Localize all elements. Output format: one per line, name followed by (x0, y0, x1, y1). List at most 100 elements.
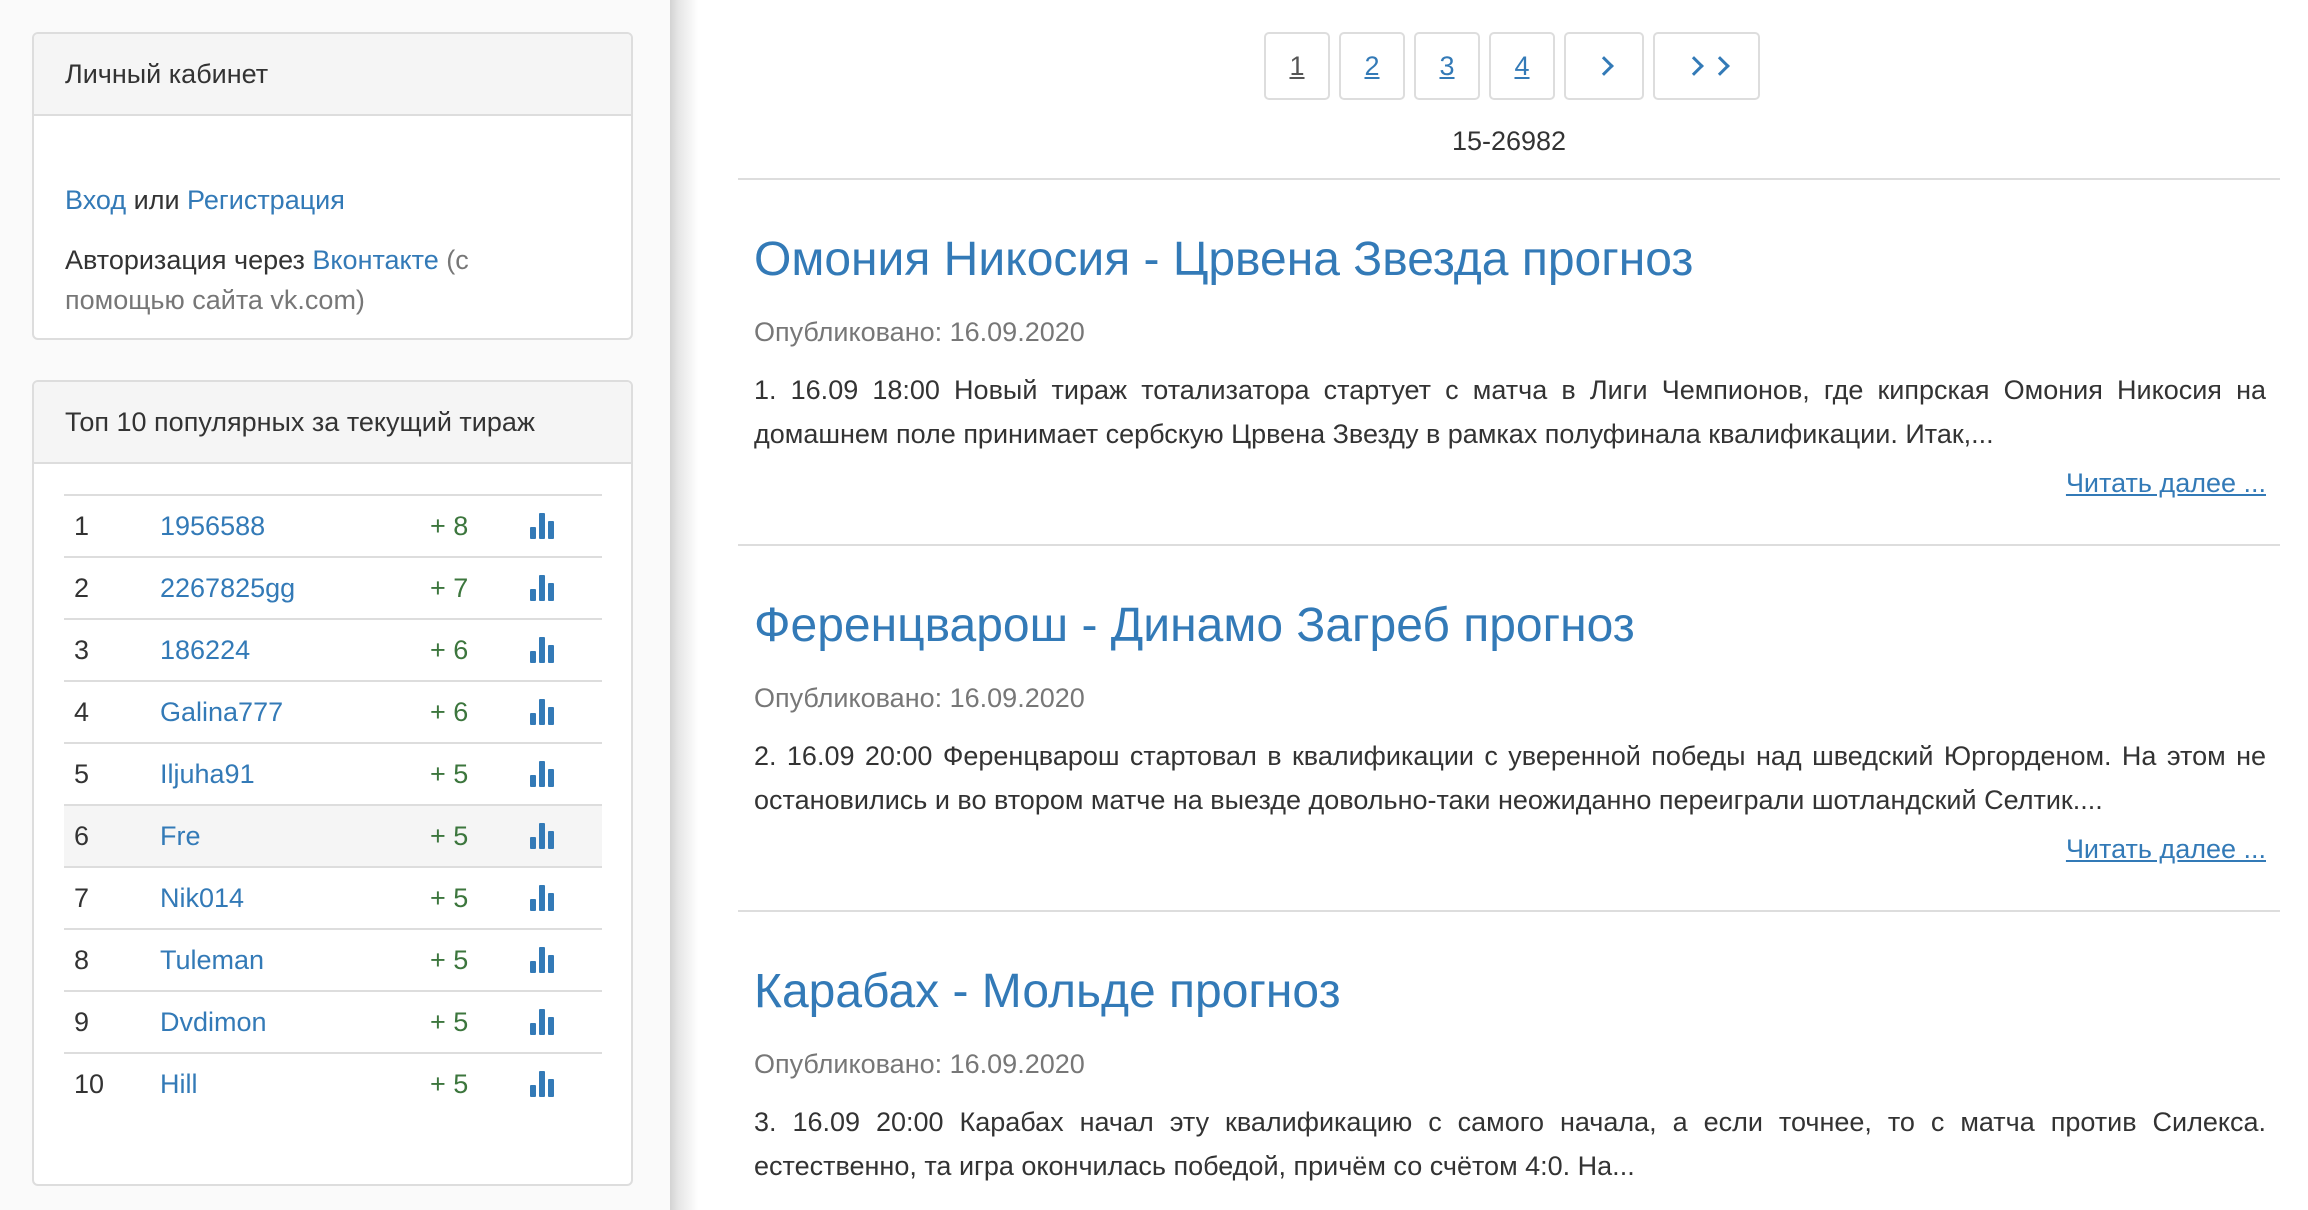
top10-table: 1 1956588 + 8 2 2267825gg + 7 3 186224 + 6 4 Galin… (64, 494, 602, 1114)
rank: 1 (74, 510, 90, 541)
bar-chart-icon (530, 1071, 554, 1097)
stats-button[interactable] (530, 1009, 602, 1035)
top10-row: 6 Fre + 5 (64, 804, 602, 866)
page-button-3[interactable]: 3 (1414, 32, 1480, 100)
top10-row: 5 Iljuha91 + 5 (64, 742, 602, 804)
score: + 5 (430, 820, 469, 851)
article-title[interactable]: Омония Никосия - Црвена Звезда прогноз (754, 233, 1693, 286)
article-excerpt: 2. 16.09 20:00 Ференцварош стартовал в к… (754, 741, 2266, 815)
rank: 10 (74, 1068, 105, 1099)
top10-row: 9 Dvdimon + 5 (64, 990, 602, 1052)
page: Личный кабинет Вход или Регистрация Авто… (0, 0, 2308, 1210)
score: + 5 (430, 758, 469, 789)
top10-row: 8 Tuleman + 5 (64, 928, 602, 990)
score: + 6 (430, 696, 469, 727)
read-more-link[interactable]: Читать далее ... (2066, 834, 2266, 865)
score: + 6 (430, 634, 469, 665)
user-link[interactable]: 2267825gg (160, 573, 430, 604)
article-excerpt: 1. 16.09 18:00 Новый тираж тотализатора … (754, 375, 2266, 449)
user-link[interactable]: Galina777 (160, 697, 430, 728)
page-button-1[interactable]: 1 (1264, 32, 1330, 100)
bar-chart-icon (530, 761, 554, 787)
pagination: 1 2 3 4 (1264, 32, 1760, 100)
bar-chart-icon (530, 823, 554, 849)
bar-chart-icon (530, 699, 554, 725)
article-date: Опубликовано: 16.09.2020 (754, 317, 1085, 347)
account-panel: Личный кабинет Вход или Регистрация Авто… (32, 32, 633, 340)
score: + 7 (430, 572, 469, 603)
article-1: Омония Никосия - Црвена Звезда прогноз О… (754, 232, 2266, 498)
stats-button[interactable] (530, 699, 602, 725)
divider (738, 178, 2280, 180)
next-page-button[interactable] (1564, 32, 1644, 100)
double-chevron-right-icon (1683, 56, 1730, 76)
bar-chart-icon (530, 513, 554, 539)
stats-button[interactable] (530, 1071, 602, 1097)
vk-login-link[interactable]: Вконтакте (312, 245, 438, 275)
article-3: Карабах - Мольде прогноз Опубликовано: 1… (754, 964, 2266, 1188)
read-more-link[interactable]: Читать далее ... (2066, 468, 2266, 499)
stats-button[interactable] (530, 637, 602, 663)
stats-button[interactable] (530, 513, 602, 539)
user-link[interactable]: Iljuha91 (160, 759, 430, 790)
bar-chart-icon (530, 637, 554, 663)
page-button-4[interactable]: 4 (1489, 32, 1555, 100)
rank: 2 (74, 572, 90, 603)
top10-row: 3 186224 + 6 (64, 618, 602, 680)
article-2: Ференцварош - Динамо Загреб прогноз Опуб… (754, 598, 2266, 864)
user-link[interactable]: Tuleman (160, 945, 430, 976)
sidebar-divider (670, 0, 698, 1210)
article-excerpt: 3. 16.09 20:00 Карабах начал эту квалифи… (754, 1107, 2266, 1181)
user-link[interactable]: 1956588 (160, 511, 430, 542)
top10-row: 7 Nik014 + 5 (64, 866, 602, 928)
results-range: 15-26982 (1451, 126, 1567, 156)
bar-chart-icon (530, 947, 554, 973)
login-link[interactable]: Вход (65, 185, 126, 215)
sidebar: Личный кабинет Вход или Регистрация Авто… (0, 0, 676, 1210)
rank: 8 (74, 944, 90, 975)
score: + 5 (430, 1006, 469, 1037)
user-link[interactable]: Hill (160, 1069, 430, 1100)
user-link[interactable]: 186224 (160, 635, 430, 666)
stats-button[interactable] (530, 761, 602, 787)
bar-chart-icon (530, 1009, 554, 1035)
divider (738, 544, 2280, 546)
top10-row: 10 Hill + 5 (64, 1052, 602, 1114)
main-content: 1 2 3 4 15-26982 Омония Никосия - Црвена… (738, 0, 2280, 1210)
article-title[interactable]: Ференцварош - Динамо Загреб прогноз (754, 599, 1635, 652)
last-page-button[interactable] (1653, 32, 1760, 100)
top10-row: 2 2267825gg + 7 (64, 556, 602, 618)
chevron-right-icon (1594, 56, 1614, 76)
account-panel-title: Личный кабинет (34, 34, 631, 116)
divider (738, 910, 2280, 912)
top10-row: 4 Galina777 + 6 (64, 680, 602, 742)
stats-button[interactable] (530, 947, 602, 973)
article-title[interactable]: Карабах - Мольде прогноз (754, 965, 1341, 1018)
register-link[interactable]: Регистрация (187, 185, 345, 215)
article-date: Опубликовано: 16.09.2020 (754, 683, 1085, 713)
rank: 6 (74, 820, 90, 851)
top10-row: 1 1956588 + 8 (64, 494, 602, 556)
bar-chart-icon (530, 575, 554, 601)
rank: 9 (74, 1006, 90, 1037)
score: + 5 (430, 1068, 469, 1099)
user-link[interactable]: Nik014 (160, 883, 430, 914)
score: + 8 (430, 510, 469, 541)
login-line: Вход или Регистрация (65, 182, 345, 218)
or-text: или (133, 185, 180, 215)
stats-button[interactable] (530, 823, 602, 849)
bar-chart-icon (530, 885, 554, 911)
rank: 7 (74, 882, 90, 913)
stats-button[interactable] (530, 885, 602, 911)
rank: 3 (74, 634, 90, 665)
rank: 5 (74, 758, 90, 789)
score: + 5 (430, 944, 469, 975)
auth-via-text: Авторизация через (65, 245, 305, 275)
page-button-2[interactable]: 2 (1339, 32, 1405, 100)
article-date: Опубликовано: 16.09.2020 (754, 1049, 1085, 1079)
vk-auth-line: Авторизация через Вконтакте (с помощью с… (65, 240, 595, 320)
stats-button[interactable] (530, 575, 602, 601)
score: + 5 (430, 882, 469, 913)
user-link[interactable]: Fre (160, 821, 430, 852)
user-link[interactable]: Dvdimon (160, 1007, 430, 1038)
